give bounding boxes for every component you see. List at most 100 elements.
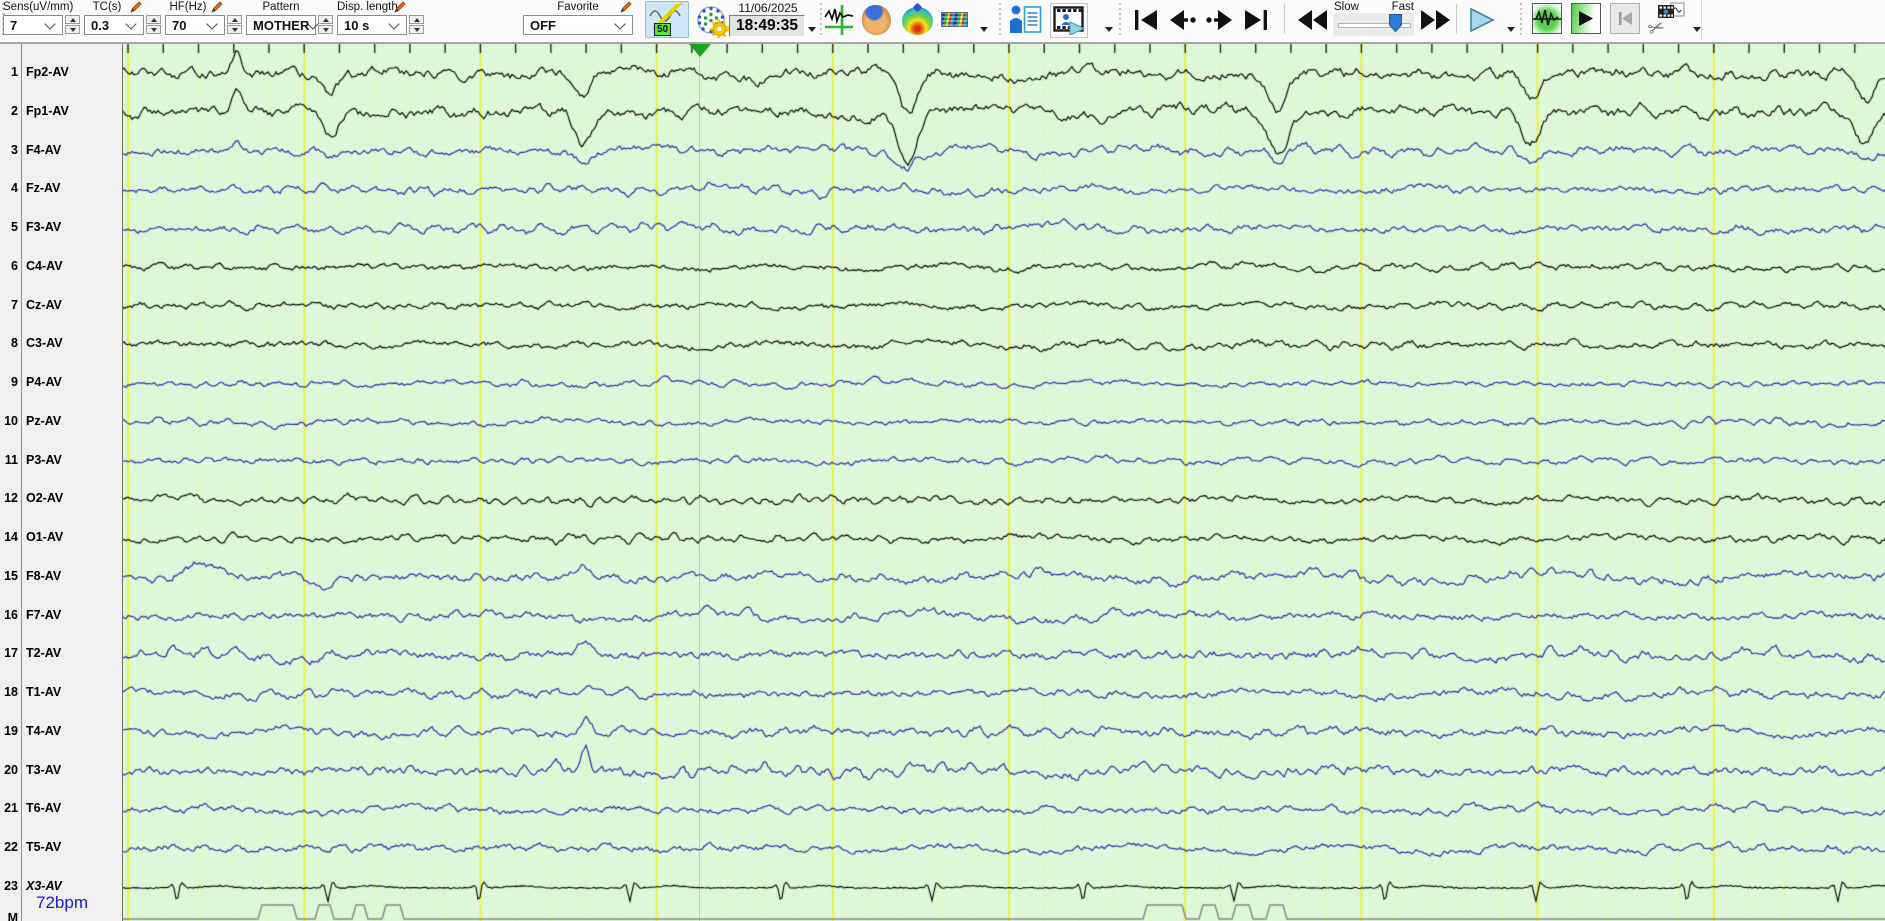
hf-step-down-button[interactable] — [227, 25, 242, 34]
pattern-step-down-button[interactable] — [318, 25, 333, 34]
channel-row-t5-av[interactable]: 22 T5-AV — [0, 840, 122, 856]
arrow-up-icon — [69, 17, 76, 22]
sens-group: Sens(uV/mm) 7 — [3, 1, 80, 39]
skip-to-start-icon — [1134, 9, 1157, 30]
brain-3d-map-button[interactable] — [861, 4, 892, 35]
channel-number: 18 — [4, 685, 18, 700]
play-dropdown-caret-icon[interactable] — [1507, 27, 1515, 32]
channel-row-f4-av[interactable]: 3 F4-AV — [0, 143, 122, 159]
channel-number: 9 — [11, 375, 18, 390]
hf-label: HF(Hz) — [169, 1, 207, 13]
channel-row-t6-av[interactable]: 21 T6-AV — [0, 801, 122, 817]
channel-row-t2-av[interactable]: 17 T2-AV — [0, 646, 122, 662]
hf-value: 70 — [172, 17, 187, 33]
channel-number: 7 — [11, 297, 18, 312]
previous-segment-button[interactable] — [1610, 3, 1640, 34]
go-to-end-button[interactable] — [1242, 8, 1268, 31]
clip-dropdown-caret-icon[interactable] — [1693, 27, 1701, 32]
disp-length-step-down-button[interactable] — [409, 25, 424, 34]
step-forward-button[interactable] — [1205, 8, 1233, 31]
channel-row-c4-av[interactable]: 6 C4-AV — [0, 259, 122, 275]
rewind-button[interactable] — [1296, 8, 1328, 31]
favorite-combobox[interactable]: OFF — [523, 15, 633, 35]
tc-stepper — [146, 15, 161, 35]
channel-label: Cz-AV — [26, 297, 62, 312]
pattern-group: Pattern MOTHER — [246, 1, 333, 39]
channel-row-f3-av[interactable]: 5 F3-AV — [0, 220, 122, 236]
channel-row-fz-av[interactable]: 4 Fz-AV — [0, 181, 122, 197]
channel-row-p3-av[interactable]: 11 P3-AV — [0, 453, 122, 469]
tc-step-down-button[interactable] — [146, 25, 161, 34]
channel-number: 1 — [11, 65, 18, 79]
fast-forward-button[interactable] — [1419, 8, 1451, 31]
pattern-combobox[interactable]: MOTHER — [246, 15, 320, 35]
channel-row-cz-av[interactable]: 7 Cz-AV — [0, 298, 122, 314]
channel-row-t4-av[interactable]: 19 T4-AV — [0, 724, 122, 740]
channel-label: T4-AV — [26, 723, 62, 738]
channel-label: P4-AV — [26, 375, 62, 390]
channel-label: C3-AV — [26, 336, 63, 351]
channel-label: O1-AV — [26, 530, 64, 545]
channel-row-o1-av[interactable]: 14 O1-AV — [0, 530, 122, 546]
dsa-spectrogram-button[interactable] — [941, 11, 968, 27]
ac-filter-50hz-button[interactable]: 50 — [645, 1, 689, 38]
disp-length-combobox[interactable]: 10 s — [337, 15, 407, 35]
analysis-dropdown-caret-icon[interactable] — [980, 27, 988, 32]
patient-information-button[interactable] — [1008, 3, 1043, 36]
chevron-down-icon — [125, 17, 137, 30]
edit-pencil-icon[interactable] — [393, 0, 407, 14]
current-time[interactable]: 18:49:35 — [729, 15, 805, 37]
sens-step-down-button[interactable] — [65, 25, 80, 34]
electrode-map-settings-button[interactable] — [693, 2, 729, 38]
channel-row-pz-av[interactable]: 10 Pz-AV — [0, 414, 122, 430]
topography-map-button[interactable] — [901, 2, 934, 35]
channel-row-f8-av[interactable]: 15 F8-AV — [0, 569, 122, 585]
hf-combobox[interactable]: 70 — [165, 15, 225, 35]
dot-arrow-right-icon — [1206, 9, 1232, 30]
pattern-step-up-button[interactable] — [318, 15, 333, 24]
clip-video-button[interactable]: ✂ — [1647, 2, 1687, 38]
channel-row-fp2-av[interactable]: 1 Fp2-AV — [0, 65, 122, 81]
edit-pencil-icon[interactable] — [619, 0, 633, 14]
disp-length-step-up-button[interactable] — [409, 15, 424, 24]
channel-row-o2-av[interactable]: 12 O2-AV — [0, 491, 122, 507]
separator — [999, 3, 1001, 36]
waveform-measure-button[interactable] — [824, 4, 854, 36]
channel-number: 17 — [4, 646, 18, 661]
arrow-up-icon — [150, 17, 157, 22]
tc-group: TC(s) 0.3 — [84, 1, 161, 39]
edit-pencil-icon[interactable] — [129, 0, 143, 14]
slider-handle[interactable] — [1389, 14, 1402, 32]
channel-label: Pz-AV — [26, 413, 62, 428]
gray-arrow-left-icon — [1619, 12, 1632, 25]
arrow-up-icon — [413, 17, 420, 22]
channel-row-t3-av[interactable]: 20 T3-AV — [0, 763, 122, 779]
channel-row-c3-av[interactable]: 8 C3-AV — [0, 336, 122, 352]
play-button[interactable] — [1467, 6, 1497, 33]
video-playback-button[interactable] — [1050, 3, 1088, 38]
play-from-here-button[interactable] — [1571, 3, 1601, 34]
channel-row-t1-av[interactable]: 18 T1-AV — [0, 685, 122, 701]
video-dropdown-caret-icon[interactable] — [1105, 27, 1113, 32]
eeg-trace-area[interactable] — [122, 44, 1885, 921]
review-waveform-button[interactable] — [1532, 3, 1562, 34]
hf-step-up-button[interactable] — [227, 15, 242, 24]
channel-number: 6 — [11, 258, 18, 273]
channel-number: 4 — [11, 181, 18, 196]
disp-length-stepper — [409, 15, 424, 35]
arrow-down-icon — [231, 27, 238, 32]
edit-pencil-icon[interactable] — [210, 0, 224, 14]
channel-label: O2-AV — [26, 491, 64, 506]
time-dropdown-caret-icon[interactable] — [808, 27, 816, 32]
time-cursor-marker[interactable] — [689, 44, 711, 57]
tc-combobox[interactable]: 0.3 — [84, 15, 144, 35]
channel-row-f7-av[interactable]: 16 F7-AV — [0, 608, 122, 624]
sens-combobox[interactable]: 7 — [3, 15, 63, 35]
channel-row-p4-av[interactable]: 9 P4-AV — [0, 375, 122, 391]
chevron-down-icon — [44, 17, 56, 30]
channel-row-fp1-av[interactable]: 2 Fp1-AV — [0, 104, 122, 120]
sens-step-up-button[interactable] — [65, 15, 80, 24]
step-back-button[interactable] — [1169, 8, 1197, 31]
go-to-start-button[interactable] — [1133, 8, 1159, 31]
tc-step-up-button[interactable] — [146, 15, 161, 24]
